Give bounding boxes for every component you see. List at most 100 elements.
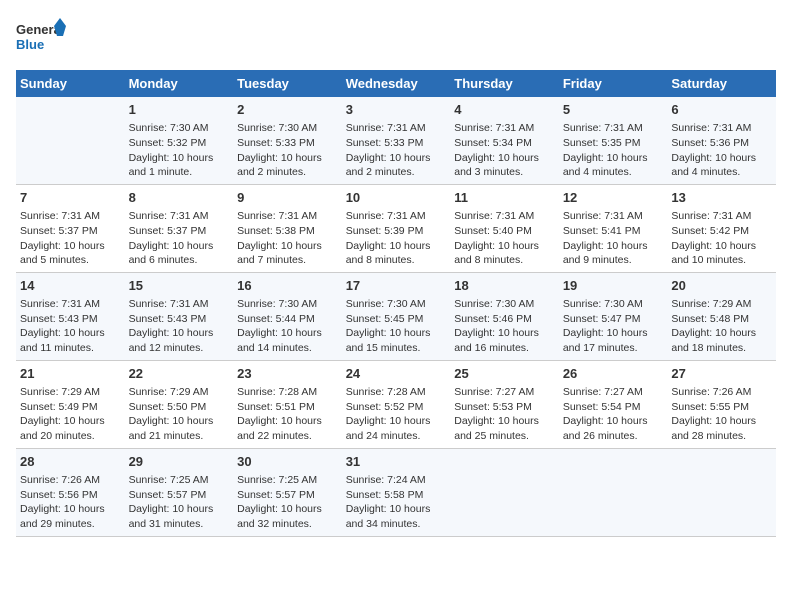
day-number: 4 <box>454 101 555 119</box>
day-number: 21 <box>20 365 121 383</box>
cell-w4-d3: 23Sunrise: 7:28 AM Sunset: 5:51 PM Dayli… <box>233 360 342 448</box>
cell-w1-d1 <box>16 97 125 184</box>
cell-w2-d2: 8 Sunrise: 7:31 AM Sunset: 5:37 PM Daylig… <box>125 184 234 272</box>
day-info: Sunrise: 7:31 AM Sunset: 5:34 PM Dayligh… <box>454 121 555 180</box>
day-number: 12 <box>563 189 664 207</box>
svg-text:Blue: Blue <box>16 37 44 52</box>
header-friday: Friday <box>559 70 668 97</box>
day-info: Sunrise: 7:31 AM Sunset: 5:38 PM Dayligh… <box>237 209 338 268</box>
header-tuesday: Tuesday <box>233 70 342 97</box>
day-number: 24 <box>346 365 447 383</box>
cell-w3-d3: 16Sunrise: 7:30 AM Sunset: 5:44 PM Dayli… <box>233 272 342 360</box>
day-number: 22 <box>129 365 230 383</box>
day-info: Sunrise: 7:31 AM Sunset: 5:39 PM Dayligh… <box>346 209 447 268</box>
day-info: Sunrise: 7:31 AM Sunset: 5:37 PM Dayligh… <box>20 209 121 268</box>
day-number: 20 <box>671 277 772 295</box>
day-number: 31 <box>346 453 447 471</box>
day-info: Sunrise: 7:30 AM Sunset: 5:33 PM Dayligh… <box>237 121 338 180</box>
cell-w4-d7: 27 Sunrise: 7:26 AM Sunset: 5:55 PM Dayli… <box>667 360 776 448</box>
cell-w2-d4: 10 Sunrise: 7:31 AM Sunset: 5:39 PM Dayli… <box>342 184 451 272</box>
day-number: 25 <box>454 365 555 383</box>
cell-w4-d2: 22 Sunrise: 7:29 AM Sunset: 5:50 PM Dayli… <box>125 360 234 448</box>
cell-w5-d4: 31 Sunrise: 7:24 AM Sunset: 5:58 PM Dayli… <box>342 448 451 536</box>
day-number: 27 <box>671 365 772 383</box>
cell-w4-d5: 25Sunrise: 7:27 AM Sunset: 5:53 PM Dayli… <box>450 360 559 448</box>
cell-w2-d6: 12 Sunrise: 7:31 AM Sunset: 5:41 PM Dayli… <box>559 184 668 272</box>
cell-w1-d3: 2 Sunrise: 7:30 AM Sunset: 5:33 PM Daylig… <box>233 97 342 184</box>
day-info: Sunrise: 7:31 AM Sunset: 5:35 PM Dayligh… <box>563 121 664 180</box>
cell-w2-d1: 7 Sunrise: 7:31 AM Sunset: 5:37 PM Daylig… <box>16 184 125 272</box>
cell-w1-d5: 4 Sunrise: 7:31 AM Sunset: 5:34 PM Daylig… <box>450 97 559 184</box>
cell-w2-d7: 13 Sunrise: 7:31 AM Sunset: 5:42 PM Dayli… <box>667 184 776 272</box>
day-number: 18 <box>454 277 555 295</box>
cell-w3-d7: 20 Sunrise: 7:29 AM Sunset: 5:48 PM Dayli… <box>667 272 776 360</box>
day-number: 6 <box>671 101 772 119</box>
day-number: 8 <box>129 189 230 207</box>
cell-w1-d4: 3 Sunrise: 7:31 AM Sunset: 5:33 PM Daylig… <box>342 97 451 184</box>
cell-w5-d3: 30 Sunrise: 7:25 AM Sunset: 5:57 PM Dayli… <box>233 448 342 536</box>
day-info: Sunrise: 7:31 AM Sunset: 5:33 PM Dayligh… <box>346 121 447 180</box>
cell-w4-d4: 24 Sunrise: 7:28 AM Sunset: 5:52 PM Dayli… <box>342 360 451 448</box>
logo: General Blue <box>16 16 66 60</box>
day-number: 16 <box>237 277 338 295</box>
cell-w1-d2: 1Sunrise: 7:30 AM Sunset: 5:32 PM Daylig… <box>125 97 234 184</box>
day-info: Sunrise: 7:31 AM Sunset: 5:43 PM Dayligh… <box>20 297 121 356</box>
day-number: 5 <box>563 101 664 119</box>
day-info: Sunrise: 7:28 AM Sunset: 5:51 PM Dayligh… <box>237 385 338 444</box>
header-wednesday: Wednesday <box>342 70 451 97</box>
day-number: 29 <box>129 453 230 471</box>
cell-w2-d5: 11Sunrise: 7:31 AM Sunset: 5:40 PM Dayli… <box>450 184 559 272</box>
day-info: Sunrise: 7:26 AM Sunset: 5:55 PM Dayligh… <box>671 385 772 444</box>
day-info: Sunrise: 7:27 AM Sunset: 5:54 PM Dayligh… <box>563 385 664 444</box>
cell-w4-d6: 26Sunrise: 7:27 AM Sunset: 5:54 PM Dayli… <box>559 360 668 448</box>
day-number: 28 <box>20 453 121 471</box>
week-row-2: 7 Sunrise: 7:31 AM Sunset: 5:37 PM Daylig… <box>16 184 776 272</box>
day-info: Sunrise: 7:29 AM Sunset: 5:49 PM Dayligh… <box>20 385 121 444</box>
cell-w3-d6: 19 Sunrise: 7:30 AM Sunset: 5:47 PM Dayli… <box>559 272 668 360</box>
day-number: 30 <box>237 453 338 471</box>
week-row-4: 21 Sunrise: 7:29 AM Sunset: 5:49 PM Dayli… <box>16 360 776 448</box>
day-number: 15 <box>129 277 230 295</box>
day-info: Sunrise: 7:30 AM Sunset: 5:46 PM Dayligh… <box>454 297 555 356</box>
week-row-5: 28Sunrise: 7:26 AM Sunset: 5:56 PM Dayli… <box>16 448 776 536</box>
cell-w2-d3: 9 Sunrise: 7:31 AM Sunset: 5:38 PM Daylig… <box>233 184 342 272</box>
header-row: SundayMondayTuesdayWednesdayThursdayFrid… <box>16 70 776 97</box>
day-info: Sunrise: 7:29 AM Sunset: 5:48 PM Dayligh… <box>671 297 772 356</box>
cell-w4-d1: 21 Sunrise: 7:29 AM Sunset: 5:49 PM Dayli… <box>16 360 125 448</box>
day-info: Sunrise: 7:31 AM Sunset: 5:37 PM Dayligh… <box>129 209 230 268</box>
day-number: 1 <box>129 101 230 119</box>
cell-w3-d1: 14Sunrise: 7:31 AM Sunset: 5:43 PM Dayli… <box>16 272 125 360</box>
cell-w5-d5 <box>450 448 559 536</box>
logo-icon: General Blue <box>16 16 66 60</box>
cell-w3-d5: 18 Sunrise: 7:30 AM Sunset: 5:46 PM Dayli… <box>450 272 559 360</box>
day-number: 7 <box>20 189 121 207</box>
cell-w1-d6: 5 Sunrise: 7:31 AM Sunset: 5:35 PM Daylig… <box>559 97 668 184</box>
header-thursday: Thursday <box>450 70 559 97</box>
day-number: 9 <box>237 189 338 207</box>
day-info: Sunrise: 7:29 AM Sunset: 5:50 PM Dayligh… <box>129 385 230 444</box>
cell-w1-d7: 6Sunrise: 7:31 AM Sunset: 5:36 PM Daylig… <box>667 97 776 184</box>
day-info: Sunrise: 7:30 AM Sunset: 5:47 PM Dayligh… <box>563 297 664 356</box>
day-number: 2 <box>237 101 338 119</box>
day-info: Sunrise: 7:31 AM Sunset: 5:41 PM Dayligh… <box>563 209 664 268</box>
cell-w3-d2: 15 Sunrise: 7:31 AM Sunset: 5:43 PM Dayli… <box>125 272 234 360</box>
day-number: 3 <box>346 101 447 119</box>
cell-w5-d6 <box>559 448 668 536</box>
day-number: 19 <box>563 277 664 295</box>
day-number: 13 <box>671 189 772 207</box>
header-monday: Monday <box>125 70 234 97</box>
day-info: Sunrise: 7:30 AM Sunset: 5:45 PM Dayligh… <box>346 297 447 356</box>
day-info: Sunrise: 7:31 AM Sunset: 5:43 PM Dayligh… <box>129 297 230 356</box>
day-number: 17 <box>346 277 447 295</box>
calendar-table: SundayMondayTuesdayWednesdayThursdayFrid… <box>16 70 776 537</box>
day-info: Sunrise: 7:28 AM Sunset: 5:52 PM Dayligh… <box>346 385 447 444</box>
cell-w5-d7 <box>667 448 776 536</box>
day-info: Sunrise: 7:24 AM Sunset: 5:58 PM Dayligh… <box>346 473 447 532</box>
day-number: 10 <box>346 189 447 207</box>
week-row-3: 14Sunrise: 7:31 AM Sunset: 5:43 PM Dayli… <box>16 272 776 360</box>
day-number: 11 <box>454 189 555 207</box>
day-info: Sunrise: 7:25 AM Sunset: 5:57 PM Dayligh… <box>129 473 230 532</box>
day-info: Sunrise: 7:31 AM Sunset: 5:42 PM Dayligh… <box>671 209 772 268</box>
header-saturday: Saturday <box>667 70 776 97</box>
day-info: Sunrise: 7:25 AM Sunset: 5:57 PM Dayligh… <box>237 473 338 532</box>
